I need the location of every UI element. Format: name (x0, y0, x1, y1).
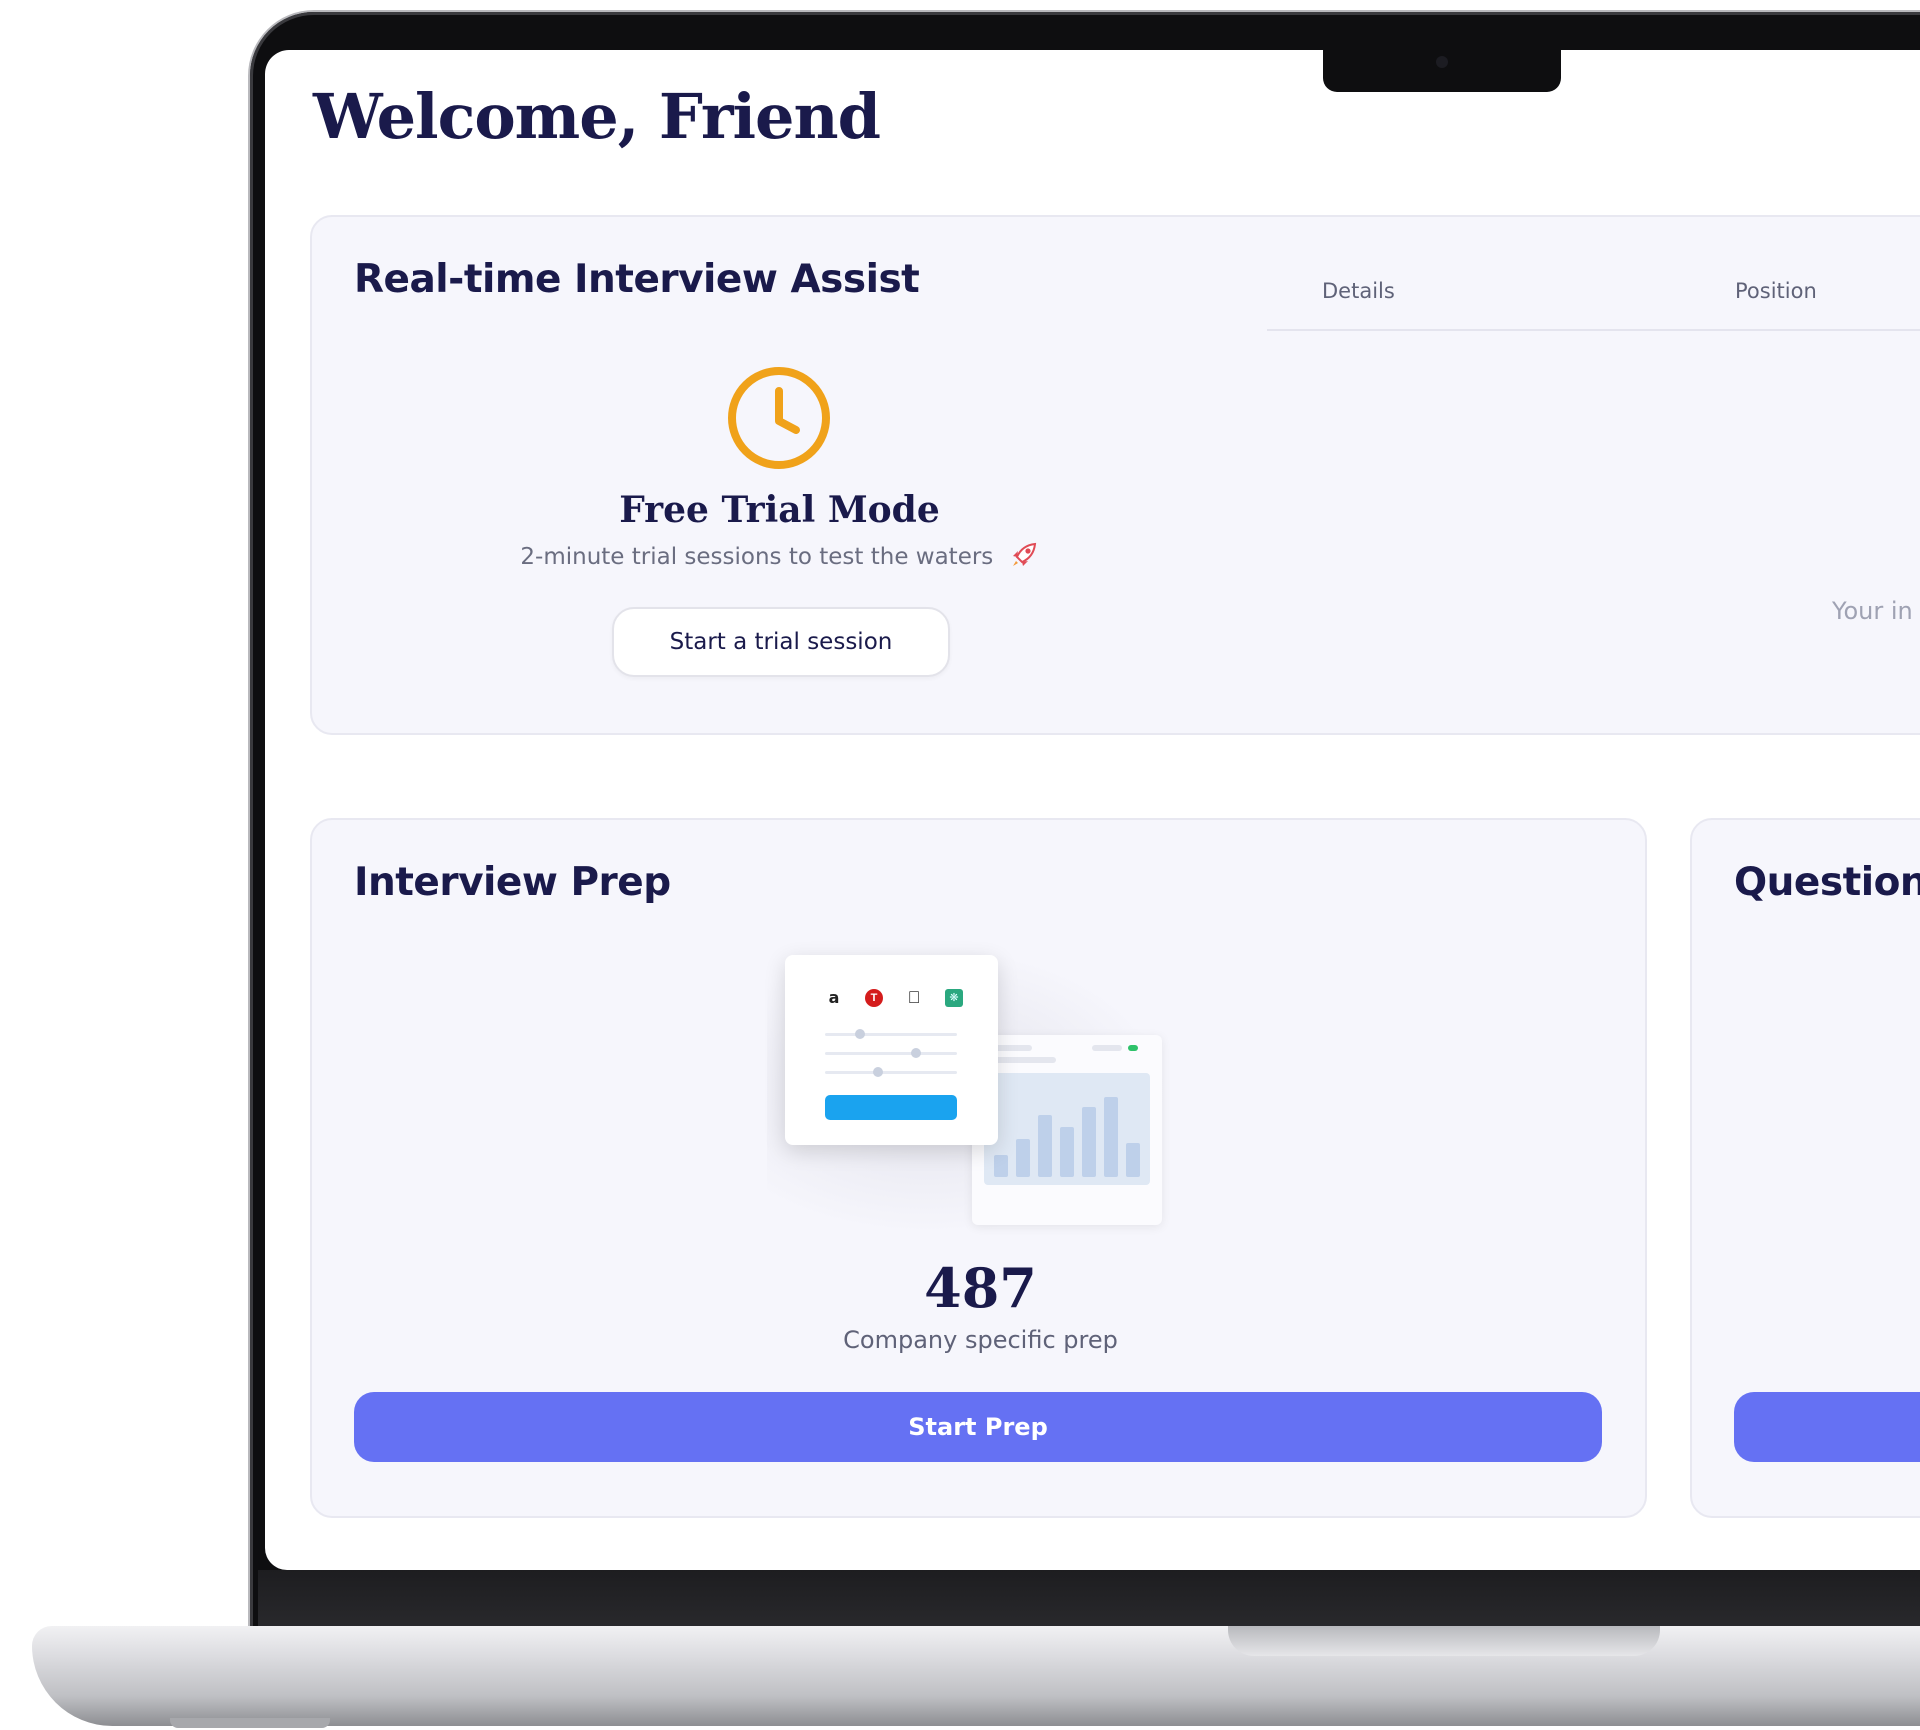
laptop-opening-notch (1228, 1626, 1660, 1656)
page-title: Welcome, Friend (313, 80, 881, 153)
check-icon (1128, 1045, 1138, 1051)
interview-prep-card: Interview Prep a T ❋ 487 Company specifi… (310, 818, 1647, 1518)
laptop-hinge (258, 1570, 1920, 1628)
free-trial-title: Free Trial Mode (619, 489, 940, 531)
chart-bar (1038, 1115, 1052, 1177)
start-trial-session-button[interactable]: Start a trial session (612, 607, 950, 677)
illustration-button (825, 1095, 957, 1120)
slider-track (825, 1029, 957, 1039)
slider-track (825, 1067, 957, 1077)
slider-knob (855, 1029, 865, 1039)
question-card-title: Question (1734, 860, 1920, 905)
laptop-foot (170, 1718, 330, 1728)
slider-knob (873, 1067, 883, 1077)
free-trial-subtitle: 2-minute trial sessions to test the wate… (312, 542, 1247, 570)
realtime-assist-title: Real-time Interview Assist (354, 257, 920, 302)
chart-bar (994, 1155, 1008, 1177)
amazon-logo-icon: a (828, 988, 840, 1007)
chart-bar (1060, 1127, 1074, 1177)
chart-bar (1104, 1097, 1118, 1177)
tesla-logo-icon: T (865, 989, 883, 1007)
apple-logo-icon:  (905, 989, 923, 1007)
screen: Welcome, Friend Real-time Interview Assi… (265, 50, 1920, 1570)
illustration-dashboard (972, 1035, 1162, 1225)
slider-track (825, 1048, 957, 1058)
slider-knob (911, 1048, 921, 1058)
company-logos: a T  ❋ (825, 989, 963, 1007)
illustration-company-picker: a T  ❋ (785, 955, 998, 1145)
dashboard-bar-chart (984, 1073, 1150, 1185)
dashboard-tag (1092, 1045, 1122, 1051)
chart-bar (1016, 1139, 1030, 1177)
rocket-icon (1012, 542, 1036, 566)
start-prep-button[interactable]: Start Prep (354, 1392, 1602, 1462)
prep-count: 487 (924, 1256, 1037, 1320)
table-header-divider (1267, 329, 1920, 331)
chatgpt-logo-icon: ❋ (945, 989, 963, 1007)
interview-prep-title: Interview Prep (354, 860, 671, 905)
column-header-details: Details (1322, 279, 1395, 303)
question-card: Question (1690, 818, 1920, 1518)
chart-bar (1126, 1143, 1140, 1177)
empty-state-hint: Your in (1832, 597, 1913, 625)
free-trial-subtitle-text: 2-minute trial sessions to test the wate… (520, 544, 994, 570)
prep-illustration: a T  ❋ (767, 945, 1167, 1245)
question-card-button[interactable] (1734, 1392, 1920, 1462)
chart-bar (1082, 1107, 1096, 1177)
column-header-position: Position (1735, 279, 1817, 303)
camera-icon (1436, 56, 1448, 68)
clock-icon (728, 367, 830, 469)
realtime-assist-card: Real-time Interview Assist Details Posit… (310, 215, 1920, 735)
prep-count-label: Company specific prep (843, 1326, 1118, 1354)
